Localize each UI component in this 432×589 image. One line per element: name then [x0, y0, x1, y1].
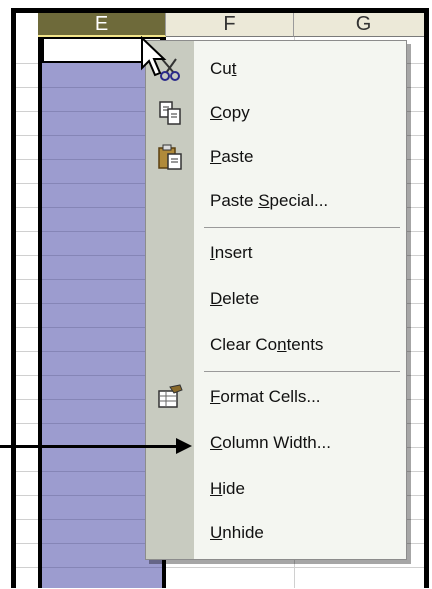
- mouse-pointer-icon: [141, 36, 167, 77]
- menu-item-format-cells[interactable]: Format Cells...: [146, 375, 406, 419]
- menu-label: Copy: [210, 103, 250, 122]
- column-header-e[interactable]: E: [38, 13, 166, 37]
- menu-label: Hide: [210, 479, 245, 498]
- selected-column-rows: [42, 63, 162, 588]
- grid-line: [42, 207, 162, 208]
- grid-line: [42, 327, 162, 328]
- clipboard-icon: [156, 143, 184, 171]
- menu-item-paste[interactable]: Paste: [146, 135, 406, 179]
- grid-line: [42, 231, 162, 232]
- column-letter: F: [223, 13, 236, 35]
- menu-label: Clear Contents: [210, 335, 324, 354]
- menu-item-paste-special[interactable]: Paste Special...: [146, 179, 406, 223]
- grid-line: [42, 543, 162, 544]
- menu-item-cut[interactable]: Cut: [146, 47, 406, 91]
- menu-item-insert[interactable]: Insert: [146, 231, 406, 275]
- grid-line: [42, 303, 162, 304]
- grid-line: [42, 111, 162, 112]
- grid-line: [42, 279, 162, 280]
- annotation-arrow-line: [0, 445, 178, 448]
- grid-line: [42, 495, 162, 496]
- column-header-f[interactable]: F: [166, 13, 294, 37]
- menu-item-delete[interactable]: Delete: [146, 277, 406, 321]
- column-letter: G: [355, 13, 372, 35]
- grid-line: [42, 87, 162, 88]
- menu-item-clear-contents[interactable]: Clear Contents: [146, 323, 406, 367]
- menu-separator: [204, 371, 400, 372]
- menu-label: Format Cells...: [210, 387, 321, 406]
- menu-label: Paste: [210, 147, 254, 166]
- menu-label: Unhide: [210, 523, 264, 542]
- menu-separator: [204, 227, 400, 228]
- grid-line: [42, 519, 162, 520]
- format-cells-icon: [156, 383, 184, 411]
- grid-line: [42, 159, 162, 160]
- menu-item-unhide[interactable]: Unhide: [146, 511, 406, 555]
- annotation-arrow-head: [176, 438, 192, 454]
- grid-line: [42, 567, 162, 568]
- menu-label: Column Width...: [210, 433, 331, 452]
- grid-line: [42, 255, 162, 256]
- column-header-g[interactable]: G: [294, 13, 424, 37]
- copy-icon: [156, 99, 184, 127]
- grid-line: [42, 135, 162, 136]
- grid-line: [42, 183, 162, 184]
- menu-label: Paste Special...: [210, 191, 329, 210]
- grid-line: [42, 471, 162, 472]
- grid-line: [42, 423, 162, 424]
- menu-label: Delete: [210, 289, 260, 308]
- context-menu: Cut Copy Paste Paste Special... Insert D…: [145, 40, 407, 560]
- grid-line: [42, 351, 162, 352]
- menu-item-hide[interactable]: Hide: [146, 467, 406, 511]
- grid-line: [42, 399, 162, 400]
- column-letter: E: [94, 12, 109, 35]
- menu-label: Insert: [210, 243, 253, 262]
- grid-line: [42, 375, 162, 376]
- menu-label: Cut: [210, 59, 237, 78]
- menu-item-copy[interactable]: Copy: [146, 91, 406, 135]
